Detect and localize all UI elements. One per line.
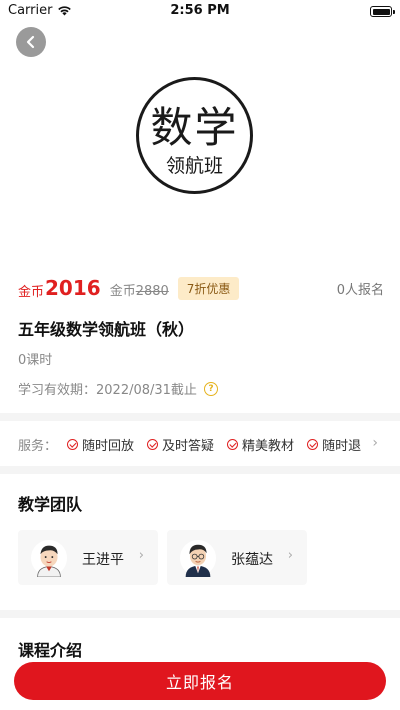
discount-badge: 7折优惠 <box>177 276 240 300</box>
price-currency-label: 金币 <box>18 284 45 300</box>
course-cover: 数学 领航班 <box>136 77 253 194</box>
lesson-count: 0课时 <box>18 353 53 368</box>
help-icon[interactable]: ? <box>203 381 218 396</box>
chevron-left-icon <box>26 35 35 49</box>
enroll-button[interactable]: 立即报名 <box>14 662 386 700</box>
chevron-right-icon: › <box>287 548 293 563</box>
status-time: 2:56 PM <box>170 3 230 18</box>
teacher-avatar <box>30 539 68 577</box>
battery-icon <box>370 6 395 17</box>
validity-row: 学习有效期：2022/08/31截止 ? <box>18 379 218 398</box>
course-title: 五年级数学领航班（秋） <box>18 320 195 339</box>
chevron-right-icon: › <box>138 548 144 563</box>
intro-section-title: 课程介绍 <box>18 641 83 660</box>
section-divider <box>0 610 400 618</box>
enroll-count: 0人报名 <box>336 283 384 298</box>
back-button[interactable] <box>16 27 46 57</box>
cover-title: 数学 <box>150 103 239 152</box>
teacher-avatar <box>179 539 217 577</box>
original-price-label: 金币 <box>109 283 136 299</box>
section-divider <box>0 466 400 474</box>
original-price: 金币2880 <box>110 280 169 299</box>
check-circle-icon <box>307 438 319 450</box>
service-item: 及时答疑 <box>147 435 214 454</box>
services-row[interactable]: 服务： 随时回放 及时答疑 精美教材 随时退 › <box>18 435 384 454</box>
teacher-card[interactable]: 王进平 › <box>18 530 158 585</box>
original-price-value: 2880 <box>135 283 169 299</box>
cover-subtitle: 领航班 <box>165 155 223 177</box>
service-item: 随时退 <box>307 435 361 454</box>
section-divider <box>0 413 400 421</box>
chevron-right-icon[interactable]: › <box>372 435 378 451</box>
price-row: 金币 2016 金币2880 7折优惠 0人报名 <box>18 274 384 302</box>
teacher-name: 王进平 <box>82 552 124 568</box>
price-value: 2016 <box>45 276 101 300</box>
status-bar: Carrier 2:56 PM <box>0 0 400 22</box>
service-label: 随时回放 <box>82 438 135 454</box>
service-label: 及时答疑 <box>162 438 215 454</box>
teacher-card[interactable]: 张蕴达 › <box>167 530 307 585</box>
check-circle-icon <box>67 438 79 450</box>
teacher-name: 张蕴达 <box>231 552 273 568</box>
team-section-title: 教学团队 <box>18 495 83 514</box>
check-circle-icon <box>147 438 159 450</box>
check-circle-icon <box>227 438 239 450</box>
service-item: 精美教材 <box>227 435 294 454</box>
service-label: 精美教材 <box>242 438 295 454</box>
services-label: 服务： <box>18 438 58 454</box>
service-label: 随时退 <box>322 438 362 454</box>
service-item: 随时回放 <box>67 435 134 454</box>
validity-text: 学习有效期：2022/08/31截止 <box>18 383 197 398</box>
